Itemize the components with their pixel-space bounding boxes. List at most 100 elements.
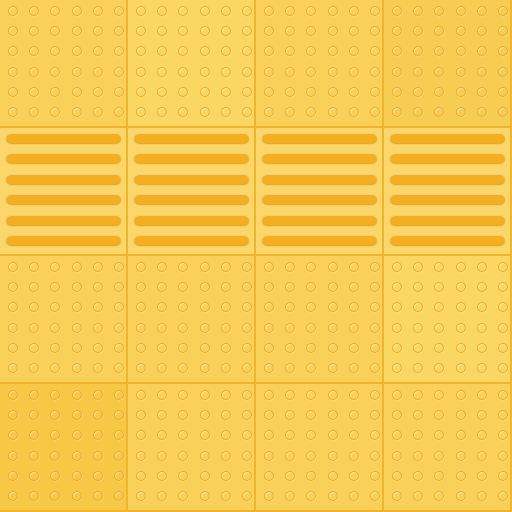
tactile-dot bbox=[434, 491, 445, 501]
tactile-dot bbox=[413, 46, 424, 57]
tactile-dot bbox=[199, 282, 210, 293]
tactile-dot bbox=[114, 322, 124, 333]
tactile-dot bbox=[136, 302, 146, 313]
tactile-dot bbox=[455, 66, 466, 77]
tactile-dot bbox=[434, 262, 445, 272]
tactile-dot bbox=[178, 322, 189, 333]
tactile-dot bbox=[413, 363, 424, 373]
tactile-dot bbox=[242, 262, 252, 272]
guidance-bar-tile bbox=[128, 128, 256, 256]
tactile-dot bbox=[242, 282, 252, 293]
tactile-dot bbox=[348, 430, 359, 441]
tactile-dot bbox=[327, 342, 338, 353]
tactile-dot bbox=[455, 302, 466, 313]
tactile-dot bbox=[178, 430, 189, 441]
tactile-dot bbox=[220, 322, 231, 333]
tactile-dot bbox=[8, 26, 18, 37]
tactile-dot bbox=[498, 470, 508, 481]
tactile-dot bbox=[242, 470, 252, 481]
tactile-dot bbox=[50, 46, 61, 57]
tactile-dot bbox=[413, 430, 424, 441]
tactile-dot bbox=[348, 86, 359, 97]
tactile-bar bbox=[390, 133, 505, 143]
tactile-dot bbox=[455, 262, 466, 272]
tactile-dot bbox=[199, 322, 210, 333]
tactile-dot bbox=[29, 262, 40, 272]
tactile-dot bbox=[220, 302, 231, 313]
tactile-dot bbox=[306, 363, 317, 373]
tactile-dot bbox=[29, 107, 40, 117]
tactile-dot bbox=[50, 363, 61, 373]
tactile-dot bbox=[8, 390, 18, 400]
tactile-dot bbox=[455, 491, 466, 501]
tactile-dot bbox=[50, 342, 61, 353]
tactile-dot bbox=[8, 262, 18, 272]
tactile-dot bbox=[392, 430, 402, 441]
tactile-dot bbox=[114, 6, 124, 16]
tactile-dot bbox=[264, 302, 274, 313]
tactile-dot bbox=[348, 26, 359, 37]
tactile-dot bbox=[413, 107, 424, 117]
tactile-dot bbox=[199, 363, 210, 373]
tactile-dot bbox=[370, 430, 380, 441]
tactile-dot bbox=[50, 390, 61, 400]
tactile-dot bbox=[285, 363, 296, 373]
tactile-dot bbox=[71, 86, 82, 97]
tactile-dot bbox=[114, 410, 124, 421]
tactile-dot bbox=[242, 86, 252, 97]
tactile-dot bbox=[114, 302, 124, 313]
tactile-dot bbox=[29, 390, 40, 400]
tactile-dot bbox=[434, 282, 445, 293]
tactile-dot bbox=[242, 107, 252, 117]
tactile-dot bbox=[348, 282, 359, 293]
tactile-dot bbox=[199, 450, 210, 461]
tactile-dot bbox=[71, 363, 82, 373]
tactile-dot bbox=[114, 282, 124, 293]
tactile-bar bbox=[6, 194, 121, 205]
tactile-dot bbox=[498, 410, 508, 421]
tactile-dot bbox=[455, 6, 466, 16]
tactile-dot bbox=[157, 282, 168, 293]
tactile-dot bbox=[220, 86, 231, 97]
tactile-dot bbox=[413, 470, 424, 481]
tactile-dot bbox=[455, 26, 466, 37]
warning-dot-tile bbox=[384, 384, 512, 512]
tactile-bar bbox=[6, 173, 121, 184]
tactile-dot bbox=[71, 107, 82, 117]
tactile-dot bbox=[392, 322, 402, 333]
tactile-dot bbox=[392, 282, 402, 293]
tactile-dot bbox=[29, 342, 40, 353]
tactile-dot bbox=[8, 322, 18, 333]
tactile-dot bbox=[92, 363, 103, 373]
tactile-dot bbox=[370, 262, 380, 272]
tactile-dot bbox=[242, 430, 252, 441]
tactile-dot bbox=[392, 363, 402, 373]
tactile-dot bbox=[92, 46, 103, 57]
tactile-dot bbox=[136, 450, 146, 461]
tactile-dot bbox=[264, 450, 274, 461]
tactile-dot bbox=[8, 302, 18, 313]
tactile-dot bbox=[476, 470, 487, 481]
tactile-dot bbox=[50, 410, 61, 421]
tactile-dot bbox=[306, 107, 317, 117]
tactile-dot bbox=[220, 66, 231, 77]
tactile-dot bbox=[327, 302, 338, 313]
tactile-dot bbox=[498, 302, 508, 313]
tactile-dot bbox=[220, 6, 231, 16]
tactile-dot bbox=[413, 450, 424, 461]
warning-dot-tile bbox=[128, 256, 256, 384]
tactile-dot bbox=[92, 107, 103, 117]
tactile-dot bbox=[413, 390, 424, 400]
tactile-dot bbox=[476, 66, 487, 77]
tactile-dot bbox=[264, 66, 274, 77]
tactile-dot bbox=[306, 86, 317, 97]
tactile-dot bbox=[136, 410, 146, 421]
tactile-dot bbox=[136, 491, 146, 501]
tactile-dot bbox=[498, 107, 508, 117]
tactile-dot bbox=[8, 86, 18, 97]
tactile-dot bbox=[327, 26, 338, 37]
tactile-dot bbox=[50, 282, 61, 293]
tactile-dot bbox=[327, 107, 338, 117]
tactile-dot bbox=[285, 86, 296, 97]
tactile-dot bbox=[327, 66, 338, 77]
